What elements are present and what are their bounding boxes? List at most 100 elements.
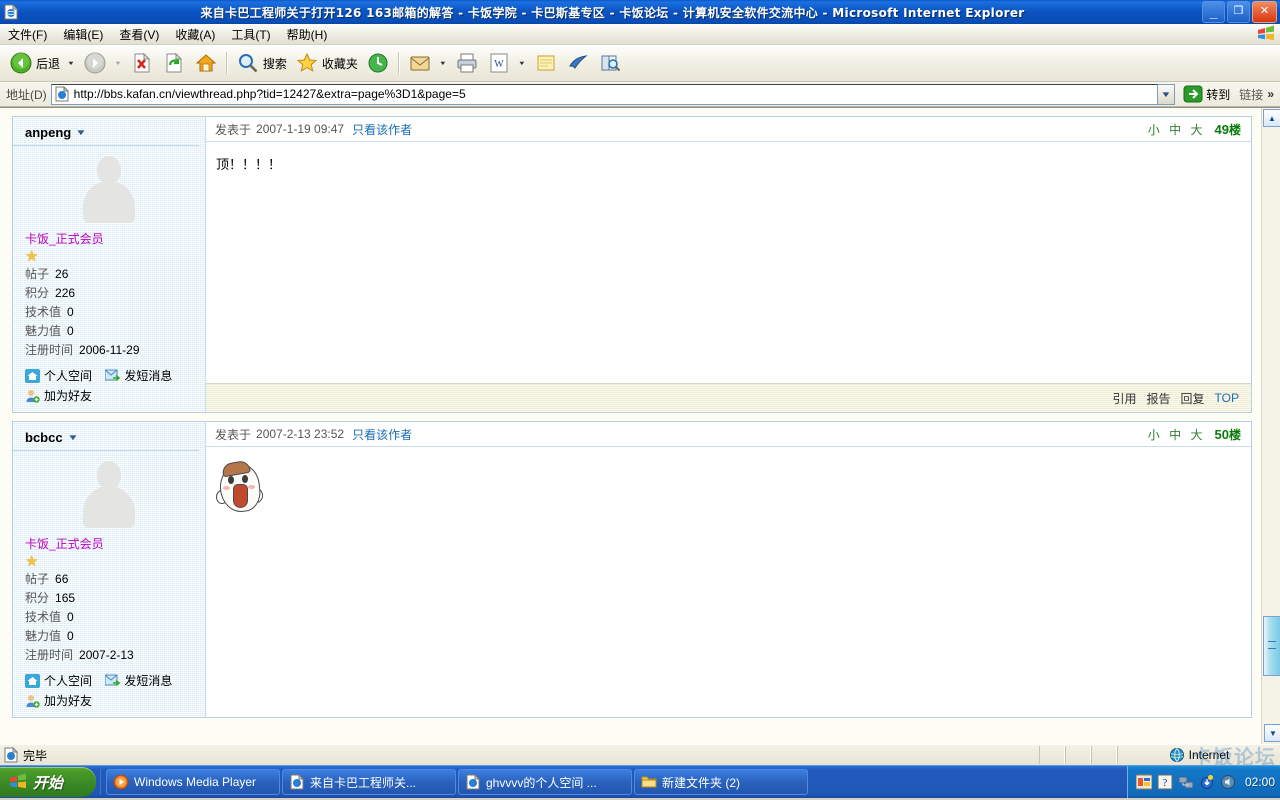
refresh-button[interactable] xyxy=(158,47,190,79)
stop-button[interactable] xyxy=(126,47,158,79)
send-message-link[interactable]: 发短消息 xyxy=(104,369,173,383)
status-text: 完毕 xyxy=(23,748,48,763)
mail-button[interactable] xyxy=(404,47,436,79)
user-stat-charm: 魅力值 0 xyxy=(13,322,205,341)
taskbar-item-folder[interactable]: 新建文件夹 (2) xyxy=(634,769,808,795)
avatar-head xyxy=(97,156,121,184)
forward-dropdown-icon[interactable]: ▼ xyxy=(114,60,122,66)
network-icon[interactable] xyxy=(1178,774,1194,790)
close-button[interactable]: ✕ xyxy=(1252,1,1277,23)
only-author-link[interactable]: 只看该作者 xyxy=(352,426,412,443)
go-button[interactable]: 转到 xyxy=(1175,84,1235,104)
user-space-label: 个人空间 xyxy=(44,369,93,383)
avatar-body xyxy=(83,181,135,223)
start-label: 开始 xyxy=(33,773,64,792)
font-size-large[interactable]: 大 xyxy=(1191,123,1203,137)
toolbar-separator xyxy=(225,52,228,74)
edit-word-button[interactable]: W xyxy=(483,47,515,79)
address-input[interactable]: http://bbs.kafan.cn/viewthread.php?tid=1… xyxy=(50,83,1159,105)
menu-help[interactable]: 帮助(H) xyxy=(279,24,336,45)
font-size-small[interactable]: 小 xyxy=(1148,428,1160,442)
security-zone[interactable]: Internet xyxy=(1117,746,1280,764)
vertical-scrollbar[interactable]: ▲ ▼ xyxy=(1261,108,1280,744)
notes-button[interactable] xyxy=(530,47,562,79)
reply-link[interactable]: 回复 xyxy=(1181,390,1205,407)
post-username[interactable]: bcbcc ▼ xyxy=(13,430,199,451)
posted-label: 发表于 xyxy=(215,427,252,442)
chevron-more-icon[interactable]: » xyxy=(1267,87,1278,101)
clock[interactable]: 02:00 xyxy=(1245,775,1275,789)
maximize-button[interactable]: ❐ xyxy=(1227,1,1250,23)
quote-link[interactable]: 引用 xyxy=(1113,390,1137,407)
taskbar-item-media-player[interactable]: Windows Media Player xyxy=(106,769,280,795)
system-tray: ? 02:00 xyxy=(1126,766,1280,798)
update-icon[interactable] xyxy=(1199,774,1215,790)
svg-text:?: ? xyxy=(1163,777,1168,789)
scrollbar-thumb[interactable] xyxy=(1263,616,1280,676)
post-floor-number[interactable]: 50楼 xyxy=(1215,426,1241,443)
help-icon[interactable]: ? xyxy=(1157,774,1173,790)
edit-dropdown-icon[interactable]: ▼ xyxy=(518,60,526,66)
search-button[interactable]: 搜索 xyxy=(232,47,291,79)
menu-favorites[interactable]: 收藏(A) xyxy=(167,24,223,45)
home-button[interactable] xyxy=(190,47,222,79)
address-dropdown-button[interactable]: ▼ xyxy=(1158,83,1176,105)
back-dropdown-icon[interactable]: ▼ xyxy=(67,60,75,66)
add-friend-link[interactable]: 加为好友 xyxy=(25,694,92,708)
menu-tools[interactable]: 工具(T) xyxy=(223,24,278,45)
messenger-button[interactable] xyxy=(562,47,594,79)
taskbar-item-ie-userspace[interactable]: ghvvvv的个人空间 ... xyxy=(458,769,632,795)
user-stat-posts: 帖子 26 xyxy=(13,265,205,284)
favorites-button[interactable]: 收藏夹 xyxy=(291,47,362,79)
send-message-link[interactable]: 发短消息 xyxy=(104,674,172,688)
font-size-controls: 小 中 大 xyxy=(1142,426,1203,443)
chevron-down-icon[interactable]: ▼ xyxy=(75,128,87,137)
ime-icon[interactable] xyxy=(1135,774,1153,790)
send-message-label: 发短消息 xyxy=(124,369,173,383)
history-button[interactable] xyxy=(362,47,394,79)
start-button[interactable]: 开始 xyxy=(0,767,96,797)
menu-edit[interactable]: 编辑(E) xyxy=(55,24,111,45)
post-body-text: 顶！！！！ xyxy=(216,157,282,172)
chevron-down-icon[interactable]: ▼ xyxy=(67,433,79,442)
scroll-up-button[interactable]: ▲ xyxy=(1263,109,1280,127)
minimize-button[interactable]: _ xyxy=(1202,1,1225,23)
status-message-area: 完毕 xyxy=(0,746,1039,764)
back-button[interactable]: 后退 xyxy=(5,47,64,79)
font-size-small[interactable]: 小 xyxy=(1148,123,1160,137)
font-size-large[interactable]: 大 xyxy=(1191,428,1203,442)
only-author-link[interactable]: 只看该作者 xyxy=(352,121,412,138)
user-group-title[interactable]: 卡饭_正式会员 xyxy=(13,230,205,247)
avatar[interactable] xyxy=(77,459,141,531)
menu-view[interactable]: 查看(V) xyxy=(111,24,167,45)
post-username[interactable]: anpeng ▼ xyxy=(13,125,199,146)
stat-value: 66 xyxy=(55,572,69,586)
add-friend-link[interactable]: 加为好友 xyxy=(25,389,92,403)
print-button[interactable] xyxy=(451,47,483,79)
user-stat-tech: 技术值 0 xyxy=(13,608,205,627)
scroll-down-button[interactable]: ▼ xyxy=(1264,724,1280,742)
report-link[interactable]: 报告 xyxy=(1147,390,1171,407)
user-stat-points: 积分 165 xyxy=(13,589,205,608)
links-label[interactable]: 链接 xyxy=(1235,86,1267,103)
window-title: 来自卡巴工程师关于打开126 163邮箱的解答 - 卡饭学院 - 卡巴斯基专区 … xyxy=(200,5,1025,20)
font-size-medium[interactable]: 中 xyxy=(1169,123,1181,137)
research-button[interactable] xyxy=(594,47,626,79)
user-space-link[interactable]: 个人空间 xyxy=(25,369,92,383)
taskbar-item-label: Windows Media Player xyxy=(134,775,257,789)
close-icon: ✕ xyxy=(1259,5,1270,17)
menu-file[interactable]: 文件(F) xyxy=(0,24,55,45)
post-floor-number[interactable]: 49楼 xyxy=(1215,121,1241,138)
user-group-title[interactable]: 卡饭_正式会员 xyxy=(13,535,205,552)
user-space-link[interactable]: 个人空间 xyxy=(25,674,92,688)
volume-icon[interactable] xyxy=(1220,774,1236,790)
ie-document-icon xyxy=(465,773,481,790)
taskbar-item-ie-thread[interactable]: 来自卡巴工程师关... xyxy=(282,769,456,795)
status-cell-3 xyxy=(1091,746,1117,764)
home-icon xyxy=(194,51,218,75)
font-size-medium[interactable]: 中 xyxy=(1169,428,1181,442)
forward-button[interactable] xyxy=(79,47,111,79)
mail-dropdown-icon[interactable]: ▼ xyxy=(439,60,447,66)
avatar[interactable] xyxy=(77,154,141,226)
top-link[interactable]: TOP xyxy=(1215,391,1239,405)
